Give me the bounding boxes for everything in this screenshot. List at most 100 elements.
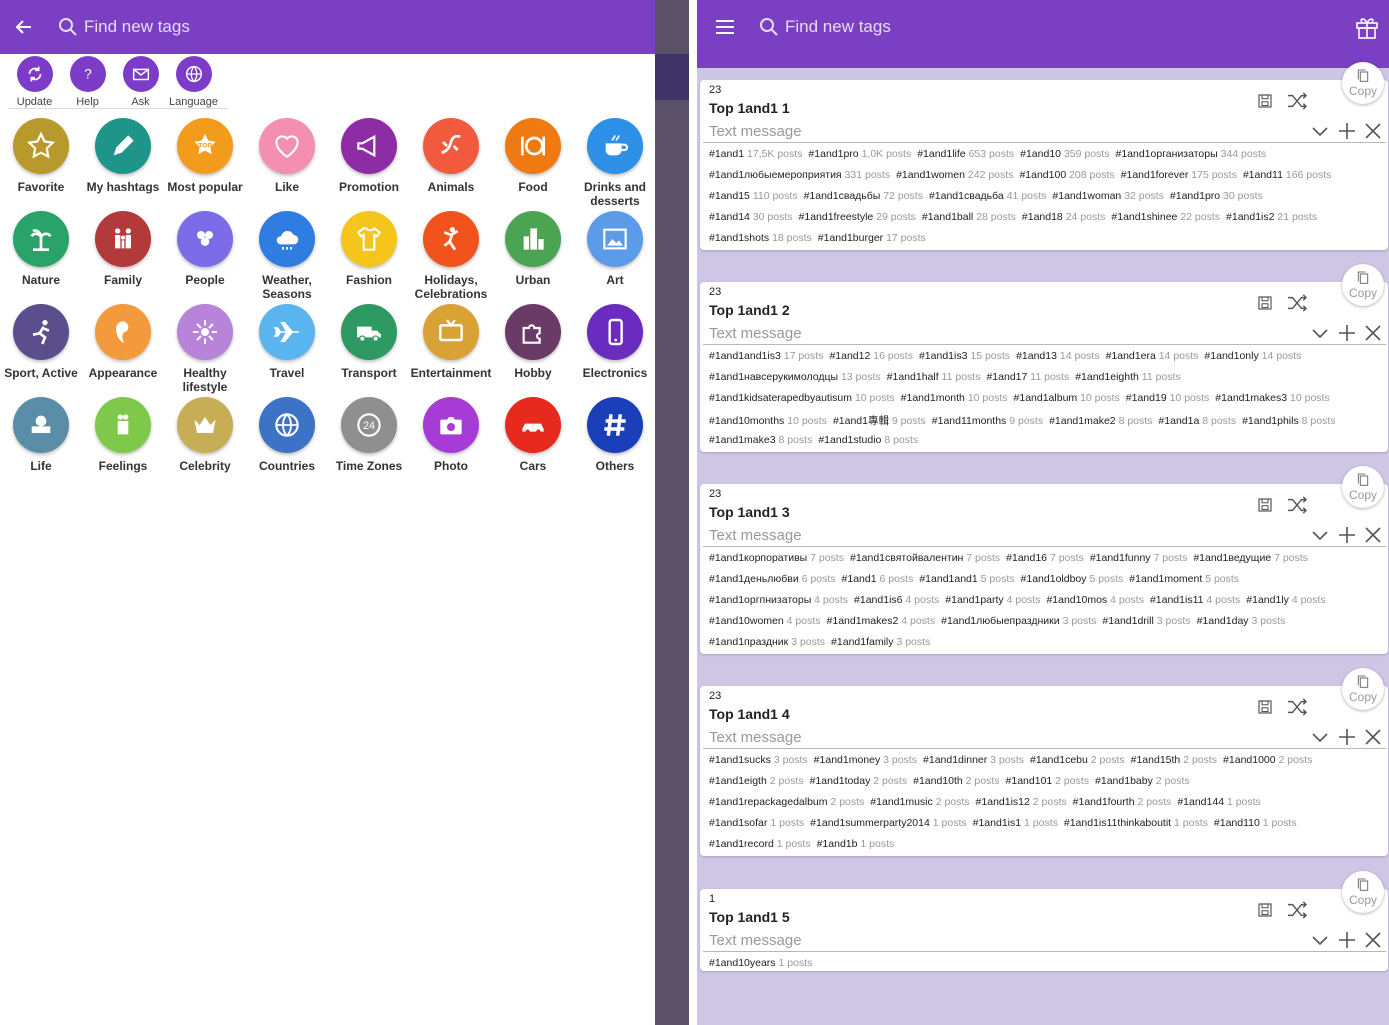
text-message-input[interactable]: Text message: [709, 932, 802, 949]
hashtag[interactable]: #1and1music 2 posts: [870, 796, 969, 808]
category-transport[interactable]: Transport: [328, 304, 410, 397]
hashtag[interactable]: #1and1life 653 posts: [917, 148, 1014, 160]
hashtag[interactable]: #1and1funny 7 posts: [1090, 552, 1188, 564]
add-icon[interactable]: [1338, 931, 1356, 954]
hashtag[interactable]: #1and1a 8 posts: [1158, 415, 1236, 427]
hashtag[interactable]: #1and10th 2 posts: [913, 775, 999, 787]
hashtag[interactable]: #1and1and1is3 17 posts: [709, 350, 823, 362]
hashtag[interactable]: #1and1sucks 3 posts: [709, 754, 808, 766]
hashtag[interactable]: #1and10mos 4 posts: [1046, 594, 1144, 606]
category-travel[interactable]: Travel: [246, 304, 328, 397]
category-my-hashtags[interactable]: My hashtags: [82, 118, 164, 211]
category-entertainment[interactable]: Entertainment: [410, 304, 492, 397]
hashtag[interactable]: #1and1party 4 posts: [945, 594, 1040, 606]
close-icon[interactable]: [1364, 122, 1382, 145]
hashtag[interactable]: #1and1свадьбы 72 posts: [804, 190, 923, 202]
hashtag[interactable]: #1and1ly 4 posts: [1246, 594, 1325, 606]
hashtag[interactable]: #1and1корпоративы 7 posts: [709, 552, 844, 564]
shuffle-icon[interactable]: [1286, 901, 1308, 924]
hashtag[interactable]: #1and1dinner 3 posts: [923, 754, 1024, 766]
hashtag[interactable]: #1and1make3 8 posts: [709, 434, 812, 446]
hashtag[interactable]: #1and1makes2 4 posts: [827, 615, 936, 627]
search-bar-right[interactable]: Find new tags: [759, 17, 891, 37]
hashtag[interactable]: #1and1oldboy 5 posts: [1021, 573, 1124, 585]
shuffle-icon[interactable]: [1286, 294, 1308, 317]
add-icon[interactable]: [1338, 122, 1356, 145]
hashtag[interactable]: #1and1kidsaterapedbyautisum 10 posts: [709, 392, 895, 404]
hashtag[interactable]: #1and16 7 posts: [1006, 552, 1084, 564]
category-photo[interactable]: Photo: [410, 397, 492, 490]
hashtag[interactable]: #1and1money 3 posts: [814, 754, 917, 766]
hashtag[interactable]: #1and1pro 30 posts: [1170, 190, 1263, 202]
chevron-down-icon[interactable]: [1310, 324, 1330, 347]
hashtag[interactable]: #1and1b 1 posts: [817, 838, 895, 850]
chevron-down-icon[interactable]: [1310, 122, 1330, 145]
close-icon[interactable]: [1364, 324, 1382, 347]
hashtag[interactable]: #1and1is3 15 posts: [919, 350, 1010, 362]
drawer-scrim[interactable]: [655, 0, 689, 1025]
toolbar-update-button[interactable]: Update: [8, 56, 61, 108]
close-icon[interactable]: [1364, 526, 1382, 549]
hashtag[interactable]: #1and1is1 1 posts: [973, 817, 1058, 829]
hashtag[interactable]: #1and1is6 4 posts: [854, 594, 939, 606]
hashtag[interactable]: #1and1любыепраздники 3 posts: [941, 615, 1096, 627]
add-icon[interactable]: [1338, 526, 1356, 549]
category-people[interactable]: People: [164, 211, 246, 304]
hashtag[interactable]: #1and1summerparty2014 1 posts: [810, 817, 966, 829]
category-most-popular[interactable]: TOP Most popular: [164, 118, 246, 211]
hashtag[interactable]: #1and1era 14 posts: [1106, 350, 1199, 362]
hashtag[interactable]: #1and12 16 posts: [829, 350, 913, 362]
hashtag[interactable]: #1and1album 10 posts: [1014, 392, 1120, 404]
search-bar[interactable]: Find new tags: [58, 17, 190, 37]
text-message-input[interactable]: Text message: [709, 527, 802, 544]
category-animals[interactable]: Animals: [410, 118, 492, 211]
hashtag[interactable]: #1and110 1 posts: [1214, 817, 1297, 829]
hamburger-menu-icon[interactable]: [701, 0, 749, 54]
copy-button[interactable]: Copy: [1342, 264, 1384, 306]
hashtag[interactable]: #1and1and1 5 posts: [919, 573, 1014, 585]
hashtag[interactable]: #1and1fourth 2 posts: [1073, 796, 1172, 808]
hashtag[interactable]: #1and1freestyle 29 posts: [799, 211, 916, 223]
hashtag[interactable]: #1and1repackagedalbum 2 posts: [709, 796, 864, 808]
hashtag[interactable]: #1and100 208 posts: [1019, 169, 1114, 181]
save-icon[interactable]: [1256, 901, 1274, 924]
copy-button[interactable]: Copy: [1342, 871, 1384, 913]
toolbar-language-button[interactable]: Language: [167, 56, 220, 108]
hashtag[interactable]: #1and11 166 posts: [1243, 169, 1332, 181]
category-life[interactable]: Life: [0, 397, 82, 490]
back-arrow-icon[interactable]: [0, 0, 48, 54]
hashtag[interactable]: #1and1eigth 2 posts: [709, 775, 804, 787]
hashtag[interactable]: #1and15 110 posts: [709, 190, 798, 202]
hashtag[interactable]: #1and1shinee 22 posts: [1111, 211, 1220, 223]
category-drinks-and-desserts[interactable]: Drinks and desserts: [574, 118, 656, 211]
hashtag[interactable]: #1and1ball 28 posts: [922, 211, 1016, 223]
hashtag[interactable]: #1and144 1 posts: [1177, 796, 1261, 808]
hashtag[interactable]: #1and17 11 posts: [986, 371, 1069, 383]
category-favorite[interactable]: Favorite: [0, 118, 82, 211]
category-promotion[interactable]: Promotion: [328, 118, 410, 211]
hashtag[interactable]: #1and10months 10 posts: [709, 415, 827, 427]
hashtag[interactable]: #1and18 24 posts: [1022, 211, 1106, 223]
hashtag[interactable]: #1and1ведущие 7 posts: [1193, 552, 1308, 564]
category-feelings[interactable]: Feelings: [82, 397, 164, 490]
save-icon[interactable]: [1256, 294, 1274, 317]
text-message-input[interactable]: Text message: [709, 729, 802, 746]
hashtag[interactable]: #1and1forever 175 posts: [1121, 169, 1237, 181]
category-holidays-celebrations[interactable]: Holidays, Celebrations: [410, 211, 492, 304]
hashtag[interactable]: #1and1свадьба 41 posts: [929, 190, 1046, 202]
hashtag[interactable]: #1and11months 9 posts: [932, 415, 1043, 427]
category-others[interactable]: Others: [574, 397, 656, 490]
hashtag[interactable]: #1and1burger 17 posts: [818, 232, 926, 244]
save-icon[interactable]: [1256, 496, 1274, 519]
hashtag[interactable]: #1and1only 14 posts: [1204, 350, 1301, 362]
category-urban[interactable]: Urban: [492, 211, 574, 304]
hashtag[interactable]: #1and1day 3 posts: [1197, 615, 1286, 627]
hashtag[interactable]: #1and101 2 posts: [1006, 775, 1090, 787]
chevron-down-icon[interactable]: [1310, 728, 1330, 751]
copy-button[interactable]: Copy: [1342, 668, 1384, 710]
hashtag[interactable]: #1and1is12 2 posts: [976, 796, 1067, 808]
hashtag[interactable]: #1and1любыемероприятия 331 posts: [709, 169, 890, 181]
hashtag[interactable]: #1and1организаторы 344 posts: [1115, 148, 1266, 160]
category-fashion[interactable]: Fashion: [328, 211, 410, 304]
hashtag[interactable]: #1and1phils 8 posts: [1242, 415, 1335, 427]
